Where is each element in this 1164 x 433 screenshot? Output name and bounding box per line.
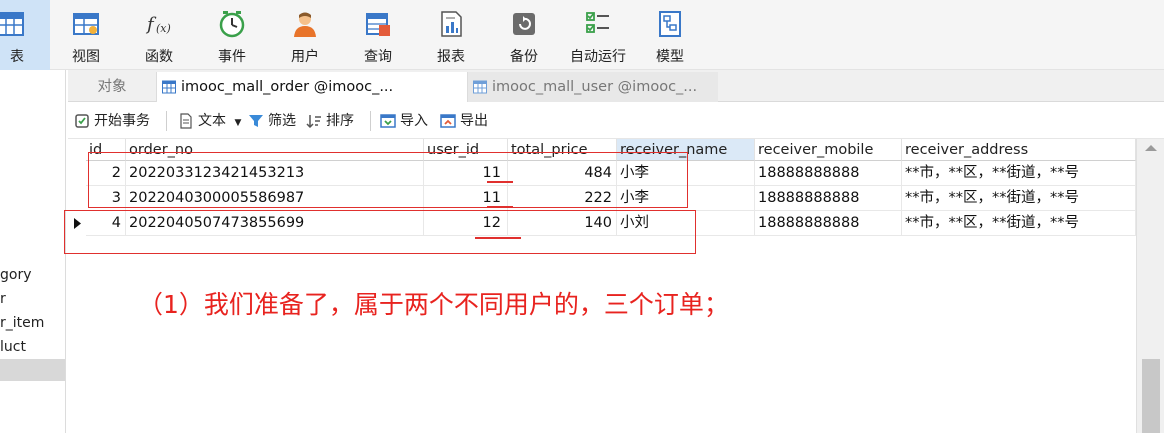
scroll-up-icon[interactable] [1145,145,1157,151]
tab-objects[interactable]: 对象 [68,72,156,102]
begin-transaction-label: 开始事务 [94,113,150,129]
tab-imooc-mall-user-label: imooc_mall_user @imooc_... [492,79,698,95]
annotation-text: （1）我们准备了，属于两个不同用户的，三个订单； [138,290,729,319]
transaction-icon [75,114,89,128]
text-view-label: 文本 [198,113,226,129]
cell-receiver-address[interactable]: **市，**区，**街道，**号 [902,186,1136,211]
annotation-underline [487,181,513,183]
toolbar-function-button[interactable]: f (x) 函数 [133,0,185,70]
toolbar-view-label: 视图 [72,49,100,65]
toolbar-report-label: 报表 [437,49,465,65]
toolbar-function-label: 函数 [145,49,173,65]
user-icon [294,12,316,37]
toolbar-separator [166,111,167,131]
sidebar-item-category[interactable]: gory [0,264,65,286]
cell-receiver-mobile[interactable]: 18888888888 [755,161,902,186]
toolbar-event-label: 事件 [218,49,246,65]
begin-transaction-button[interactable]: 开始事务 [74,111,150,131]
table-icon [0,12,24,36]
view-icon [73,13,99,35]
document-icon [180,113,192,129]
navicat-window: 表 视图 f (x) 函数 事件 用户 查询 报表 备份 自动运行 模型 gor… [0,0,1164,433]
chevron-down-icon[interactable]: ▼ [234,118,241,128]
data-toolbar: 开始事务 文本 ▼ 筛选 排序 导入 导出 [68,103,1164,139]
model-icon [659,11,681,37]
toolbar-separator [370,111,371,131]
import-button[interactable]: 导入 [380,111,428,131]
filter-button[interactable]: 筛选 [248,111,296,131]
text-view-button[interactable]: 文本 ▼ [178,111,241,131]
toolbar-query-label: 查询 [364,49,392,65]
annotation-underline [475,237,521,239]
annotation-box-user-11 [88,152,688,208]
toolbar-view-button[interactable]: 视图 [60,0,112,70]
sidebar-item-order[interactable]: r [0,288,65,310]
column-header-receiver-mobile[interactable]: receiver_mobile [755,139,902,161]
sort-label: 排序 [326,113,354,129]
sidebar-item-selected[interactable] [0,359,65,381]
tab-imooc-mall-order-label: imooc_mall_order @imooc_... [181,79,394,95]
toolbar-table-label: 表 [10,49,24,65]
export-button[interactable]: 导出 [440,111,488,131]
tab-imooc-mall-user[interactable]: imooc_mall_user @imooc_... [468,72,718,102]
vertical-scrollbar[interactable] [1136,139,1164,433]
toolbar-model-button[interactable]: 模型 [644,0,696,70]
sort-button[interactable]: 排序 [306,111,354,131]
editor-tab-bar: 对象 imooc_mall_order @imooc_... imooc_mal… [68,70,1164,102]
sidebar-item-order-item[interactable]: r_item [0,312,65,334]
annotation-underline [487,206,513,208]
report-icon [441,11,462,37]
import-label: 导入 [400,113,428,129]
toolbar-event-button[interactable]: 事件 [206,0,258,70]
toolbar-query-button[interactable]: 查询 [352,0,404,70]
table-icon [473,80,487,94]
toolbar-user-label: 用户 [291,49,319,65]
toolbar-user-button[interactable]: 用户 [279,0,331,70]
clock-icon [219,11,245,38]
table-icon [162,80,176,94]
object-tree-sidebar: gory r r_item luct [0,70,66,433]
toolbar-model-label: 模型 [656,49,684,65]
toolbar-report-button[interactable]: 报表 [425,0,477,70]
toolbar-backup-button[interactable]: 备份 [498,0,550,70]
export-icon [440,114,456,128]
cell-receiver-address[interactable]: **市，**区，**街道，**号 [902,211,1136,236]
cell-receiver-address[interactable]: **市，**区，**街道，**号 [902,161,1136,186]
tab-imooc-mall-order[interactable]: imooc_mall_order @imooc_... [156,72,468,102]
svg-text:(x): (x) [156,22,171,35]
export-label: 导出 [460,113,488,129]
column-header-receiver-address[interactable]: receiver_address [902,139,1136,161]
query-icon [366,13,390,36]
toolbar-backup-label: 备份 [510,49,538,65]
toolbar-autorun-label: 自动运行 [570,49,626,65]
function-icon: f (x) [145,14,171,35]
autorun-icon [586,12,609,33]
cell-receiver-mobile[interactable]: 18888888888 [755,211,902,236]
filter-icon [249,115,263,127]
scrollbar-thumb[interactable] [1142,359,1160,433]
sort-icon [306,115,321,129]
backup-icon [513,13,535,35]
annotation-box-user-12 [64,210,696,254]
sidebar-item-product[interactable]: luct [0,336,65,358]
toolbar-table-button[interactable]: 表 [0,0,50,70]
cell-receiver-mobile[interactable]: 18888888888 [755,186,902,211]
import-icon [380,114,396,128]
main-toolbar: 表 视图 f (x) 函数 事件 用户 查询 报表 备份 自动运行 模型 [0,0,1164,70]
toolbar-autorun-button[interactable]: 自动运行 [565,0,631,70]
filter-label: 筛选 [268,113,296,129]
